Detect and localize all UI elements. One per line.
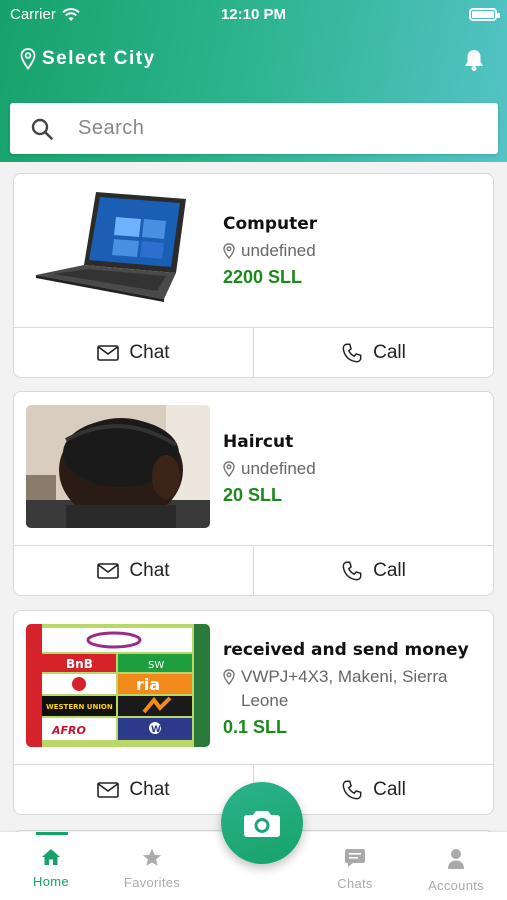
chat-button-label: Chat <box>129 778 170 800</box>
call-button-label: Call <box>373 559 406 581</box>
camera-post-button[interactable] <box>221 782 303 864</box>
brand-sw-label: SW <box>148 660 164 671</box>
camera-icon <box>244 811 280 837</box>
search-bar[interactable] <box>10 103 498 154</box>
listing-card[interactable]: Haircut undefined 20 SLL Chat Call <box>13 391 494 596</box>
listing-location-text: undefined <box>241 459 316 478</box>
status-bar: Carrier 12:10 PM <box>0 0 507 30</box>
call-button[interactable]: Call <box>253 546 493 595</box>
listing-info: Haircut undefined 20 SLL <box>223 430 481 507</box>
tab-favorites-label: Favorites <box>123 875 181 890</box>
listing-card-body[interactable]: BnB SW ria WESTERN UNION AFRO W received… <box>14 611 493 764</box>
select-city-button[interactable]: Select City <box>20 48 156 70</box>
listing-info: received and send money VWPJ+4X3, Makeni… <box>223 638 481 739</box>
listing-image-haircut[interactable] <box>26 405 210 528</box>
tab-chats[interactable]: Chats <box>305 832 405 900</box>
select-city-label: Select City <box>42 48 156 69</box>
phone-icon <box>342 561 362 580</box>
chat-button-label: Chat <box>129 341 170 363</box>
envelope-icon <box>97 344 120 361</box>
tab-home-label: Home <box>33 874 69 889</box>
phone-icon <box>342 343 362 362</box>
chat-button[interactable]: Chat <box>14 328 253 377</box>
listing-card[interactable]: Computer undefined 2200 SLL Chat Call <box>13 173 494 378</box>
listing-title: Haircut <box>223 432 294 452</box>
listing-location: undefined <box>223 239 481 263</box>
app-header: Carrier 12:10 PM Select City <box>0 0 507 162</box>
listing-info: Computer undefined 2200 SLL <box>223 212 481 289</box>
listing-actions: Chat Call <box>14 545 493 595</box>
person-icon <box>448 849 464 869</box>
status-time: 12:10 PM <box>220 6 287 23</box>
chat-button[interactable]: Chat <box>14 546 253 595</box>
chat-bubble-icon <box>345 849 365 867</box>
search-icon <box>30 117 54 141</box>
battery-icon <box>469 8 500 21</box>
listing-card-body[interactable]: Haircut undefined 20 SLL <box>14 392 493 545</box>
listing-location: VWPJ+4X3, Makeni, Sierra Leone <box>223 665 481 713</box>
call-button-label: Call <box>373 778 406 800</box>
location-pin-icon <box>20 48 36 70</box>
listing-location: undefined <box>223 457 481 481</box>
tab-accounts-label: Accounts <box>428 878 484 893</box>
brand-w-label: W <box>151 725 161 735</box>
tab-favorites[interactable]: Favorites <box>102 832 202 900</box>
call-button[interactable]: Call <box>253 328 493 377</box>
phone-icon <box>342 780 362 799</box>
listing-price: 2200 SLL <box>223 267 303 287</box>
tab-accounts[interactable]: Accounts <box>406 832 506 900</box>
listing-location-text: VWPJ+4X3, Makeni, Sierra Leone <box>241 667 448 710</box>
star-icon <box>143 849 161 866</box>
listing-image-laptop[interactable] <box>26 187 210 310</box>
search-input[interactable] <box>78 117 438 140</box>
chat-button-label: Chat <box>129 559 170 581</box>
tab-chats-label: Chats <box>337 876 373 891</box>
tab-home[interactable]: Home <box>1 832 101 900</box>
listing-card-body[interactable]: Computer undefined 2200 SLL <box>14 174 493 327</box>
call-button-label: Call <box>373 341 406 363</box>
brand-western-union-label: WESTERN UNION <box>46 703 113 711</box>
listing-location-text: undefined <box>241 241 316 260</box>
bell-icon <box>465 50 483 71</box>
listing-title: received and send money <box>223 640 469 660</box>
listing-image-money-transfer[interactable]: BnB SW ria WESTERN UNION AFRO W <box>26 624 210 747</box>
brand-ria-label: ria <box>136 675 160 694</box>
location-pin-icon <box>223 243 235 259</box>
listing-actions: Chat Call <box>14 327 493 377</box>
home-icon <box>42 849 60 865</box>
location-pin-icon <box>223 669 235 685</box>
brand-bnb-label: BnB <box>66 657 93 671</box>
envelope-icon <box>97 781 120 798</box>
listing-price: 20 SLL <box>223 485 283 505</box>
listing-price: 0.1 SLL <box>223 717 288 737</box>
notifications-button[interactable] <box>463 48 485 77</box>
chat-button[interactable]: Chat <box>14 765 253 814</box>
brand-afro-label: AFRO <box>51 724 86 737</box>
location-pin-icon <box>223 461 235 477</box>
listing-title: Computer <box>223 214 318 234</box>
envelope-icon <box>97 562 120 579</box>
